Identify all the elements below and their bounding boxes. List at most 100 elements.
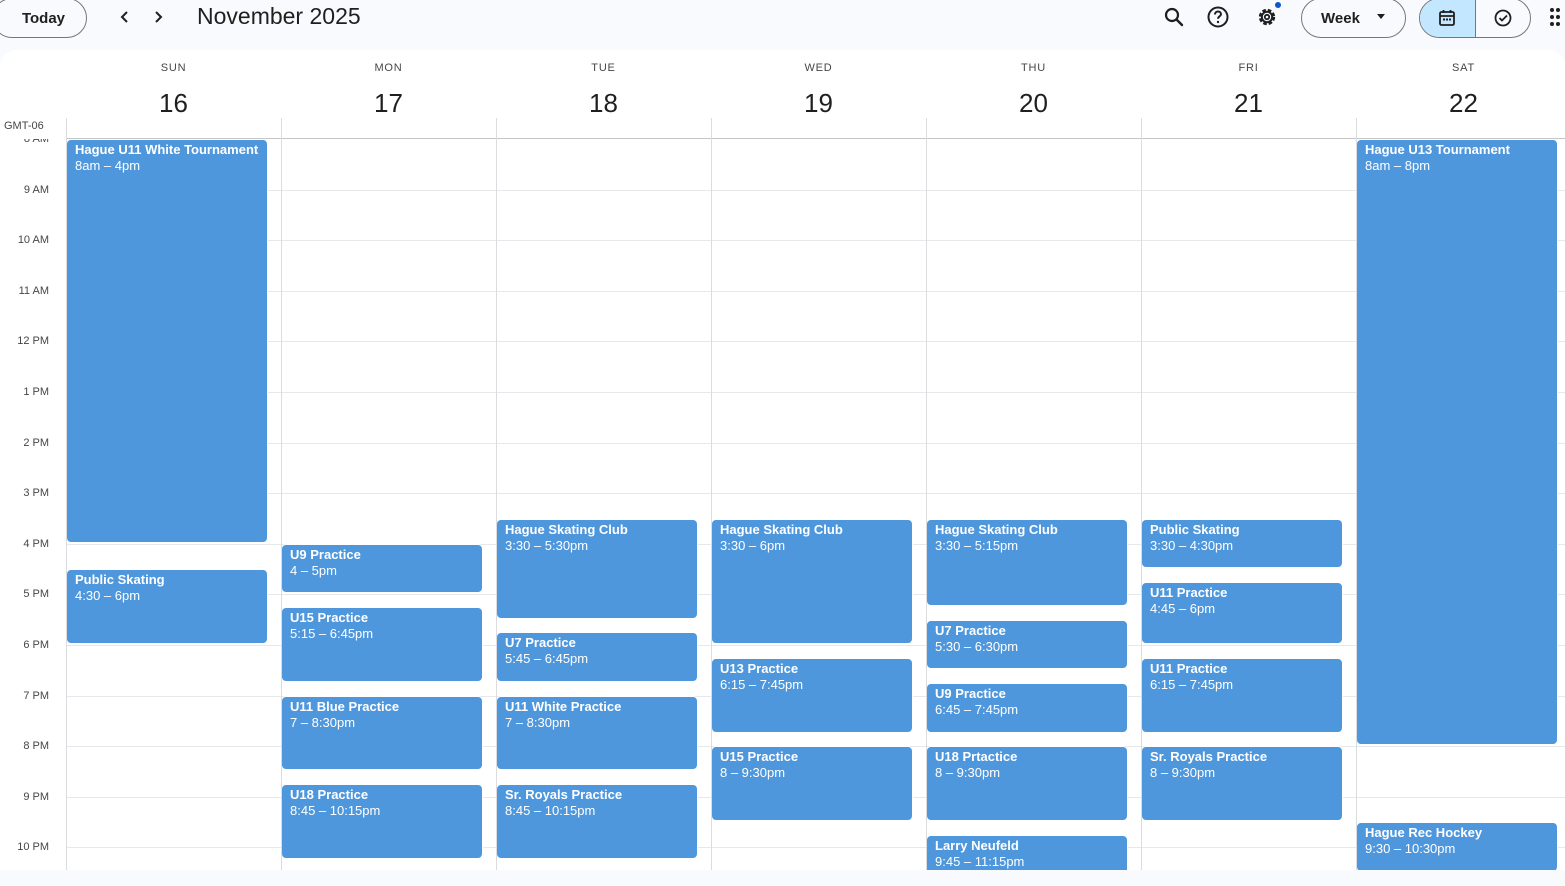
- day-header-wed[interactable]: WED 19: [711, 50, 926, 138]
- time-grid: 8 AM 9 AM 10 AM 11 AM 12 PM 1 PM 2 PM 3 PM 4 PM 5…: [0, 139, 1565, 870]
- event-time: 8:45 – 10:15pm: [505, 803, 596, 819]
- calendar-event[interactable]: Hague Skating Club 3:30 – 5:15pm: [926, 518, 1128, 607]
- help-button[interactable]: [1201, 0, 1235, 34]
- week-view: GMT-06 SUN 16 MON 17 TUE 18 WED 19 THU 20 FRI 21 SAT…: [0, 50, 1565, 870]
- event-time: 8 – 9:30pm: [935, 765, 1001, 781]
- event-title: U9 Practice: [290, 546, 361, 562]
- event-title: Hague Skating Club: [720, 521, 843, 537]
- day-header-mon[interactable]: MON 17: [281, 50, 496, 138]
- calendar-event[interactable]: U15 Practice 5:15 – 6:45pm: [281, 607, 483, 682]
- mode-toggle: [1419, 0, 1531, 38]
- event-title: U7 Practice: [505, 635, 576, 651]
- calendar-event[interactable]: Sr. Royals Practice 8:45 – 10:15pm: [496, 784, 698, 860]
- event-time: 3:30 – 4:30pm: [1150, 537, 1234, 553]
- today-button[interactable]: Today: [0, 0, 87, 38]
- day-number[interactable]: 17: [281, 88, 496, 119]
- event-title: U11 Practice: [1150, 584, 1228, 600]
- event-title: Hague Skating Club: [505, 521, 628, 537]
- event-title: Hague U13 Tournament: [1365, 142, 1510, 157]
- day-number[interactable]: 16: [66, 88, 281, 119]
- day-name: SAT: [1452, 62, 1475, 74]
- day-number[interactable]: 18: [496, 88, 711, 119]
- hour-label: 10 AM: [17, 234, 49, 247]
- search-button[interactable]: [1157, 0, 1191, 34]
- calendar-event[interactable]: Hague Skating Club 3:30 – 5:30pm: [496, 518, 698, 619]
- event-time: 8 – 9:30pm: [720, 765, 786, 781]
- calendar-event[interactable]: U15 Practice 8 – 9:30pm: [711, 746, 913, 822]
- day-header-thu[interactable]: THU 20: [926, 50, 1141, 138]
- bottom-strip: [0, 870, 1565, 886]
- previous-week-button[interactable]: [108, 0, 142, 34]
- hour-gridline: [66, 189, 1565, 191]
- calendar-event[interactable]: U9 Practice 4 – 5pm: [281, 543, 483, 594]
- hour-label: 7 PM: [23, 689, 49, 702]
- event-title: U9 Practice: [935, 685, 1006, 701]
- next-week-button[interactable]: [141, 0, 175, 34]
- hour-label: 2 PM: [23, 436, 49, 449]
- event-title: U15 Practice: [720, 749, 799, 765]
- event-time: 4:30 – 6pm: [75, 588, 141, 604]
- event-title: Public Skating: [75, 572, 165, 588]
- event-time: 4 – 5pm: [290, 562, 337, 578]
- calendar-event[interactable]: U7 Practice 5:45 – 6:45pm: [496, 632, 698, 682]
- calendar-event[interactable]: Public Skating 3:30 – 4:30pm: [1141, 518, 1343, 569]
- hour-gridline: [66, 290, 1565, 292]
- hour-label: 1 PM: [23, 386, 49, 398]
- calendar-event[interactable]: U11 White Practice 7 – 8:30pm: [496, 695, 698, 771]
- event-title: U13 Practice: [720, 660, 799, 676]
- event-time: 5:45 – 6:45pm: [505, 651, 589, 667]
- event-title: U11 Practice: [1150, 660, 1228, 676]
- calendar-event[interactable]: Sr. Royals Practice 8 – 9:30pm: [1141, 746, 1343, 822]
- event-title: U11 Blue Practice: [290, 698, 400, 714]
- calendar-event[interactable]: U9 Practice 6:45 – 7:45pm: [926, 682, 1128, 733]
- apps-button[interactable]: [1547, 2, 1565, 32]
- day-number[interactable]: 22: [1356, 88, 1565, 119]
- calendar-event[interactable]: Hague U11 White Tournament 8am – 4pm: [66, 139, 268, 543]
- column-separator: [281, 118, 282, 870]
- gear-icon: [1258, 8, 1276, 26]
- event-title: Sr. Royals Practice: [1150, 749, 1268, 765]
- hour-gridline: [66, 341, 1565, 343]
- view-select[interactable]: Week: [1301, 0, 1406, 38]
- calendar-event[interactable]: U11 Practice 6:15 – 7:45pm: [1141, 657, 1343, 733]
- event-title: Hague Rec Hockey: [1365, 825, 1483, 841]
- calendar-event[interactable]: Hague U13 Tournament 8am – 8pm: [1356, 139, 1558, 746]
- hour-label: 11 AM: [18, 284, 49, 297]
- calendar-event[interactable]: U18 Prtactice 8 – 9:30pm: [926, 746, 1128, 822]
- event-time: 3:30 – 5:30pm: [505, 537, 589, 553]
- calendar-event[interactable]: U13 Practice 6:15 – 7:45pm: [711, 657, 913, 733]
- calendar-event[interactable]: U11 Blue Practice 7 – 8:30pm: [281, 695, 483, 771]
- hour-label: 8 PM: [23, 740, 49, 753]
- view-select-label: Week: [1321, 9, 1360, 27]
- hour-gridline: [66, 493, 1565, 495]
- day-header-sat[interactable]: SAT 22: [1356, 50, 1565, 138]
- day-header-fri[interactable]: FRI 21: [1141, 50, 1356, 138]
- day-number[interactable]: 21: [1141, 88, 1356, 119]
- hour-label: 12 PM: [17, 335, 49, 348]
- event-title: Sr. Royals Practice: [505, 787, 623, 803]
- calendar-event[interactable]: Larry Neufeld 9:45 – 11:15pm: [926, 834, 1128, 870]
- column-separator: [1141, 118, 1142, 870]
- calendar-mode-button[interactable]: [1420, 0, 1476, 37]
- calendar-event[interactable]: U11 Practice 4:45 – 6pm: [1141, 581, 1343, 644]
- calendar-event[interactable]: U7 Practice 5:30 – 6:30pm: [926, 619, 1128, 670]
- calendar-event[interactable]: Hague Skating Club 3:30 – 6pm: [711, 518, 913, 644]
- event-title: Larry Neufeld: [935, 837, 1019, 853]
- day-header-sun[interactable]: SUN 16: [66, 50, 281, 138]
- event-title: U7 Practice: [935, 622, 1006, 638]
- event-time: 8:45 – 10:15pm: [290, 803, 381, 819]
- hour-label: 3 PM: [23, 487, 49, 500]
- calendar-event[interactable]: Hague Rec Hockey 9:30 – 10:30pm: [1356, 822, 1558, 870]
- calendar-event[interactable]: U18 Practice 8:45 – 10:15pm: [281, 784, 483, 860]
- event-time: 8am – 4pm: [75, 158, 141, 173]
- day-header-tue[interactable]: TUE 18: [496, 50, 711, 138]
- day-number[interactable]: 20: [926, 88, 1141, 119]
- day-number[interactable]: 19: [711, 88, 926, 119]
- tasks-mode-button[interactable]: [1476, 0, 1531, 37]
- day-name: WED: [804, 62, 833, 74]
- event-title: U15 Practice: [290, 610, 369, 626]
- event-time: 3:30 – 5:15pm: [935, 537, 1019, 553]
- column-separator: [496, 118, 497, 870]
- check-circle-icon: [1494, 9, 1512, 27]
- calendar-event[interactable]: Public Skating 4:30 – 6pm: [66, 569, 268, 644]
